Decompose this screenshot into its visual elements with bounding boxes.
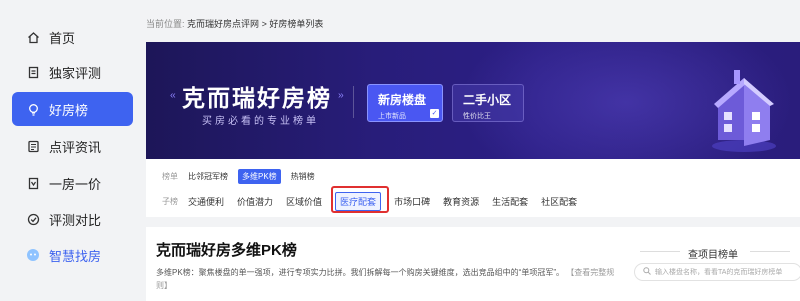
sub-option-market-reputation[interactable]: 市场口碑 [394,195,430,208]
sidebar-item-label: 评测对比 [49,212,102,228]
banner-subtitle: 买房必看的专业榜单 [202,116,319,127]
description-text: 多维PK榜：聚焦楼盘的单一强项，进行专项实力比拼。我们拆解每一个购房关键维度，选… [156,268,564,277]
home-icon [26,30,40,44]
sub-option-value-potential[interactable]: 价值潜力 [237,195,273,208]
bulb-icon [26,102,40,116]
ranking-filter-row: 榜单 比邻冠军榜 多维PK榜 热销榜 [162,169,325,184]
breadcrumb: 当前位置: 克而瑞好房点评网 > 好房榜单列表 [146,17,323,30]
new-house-card[interactable]: 新房楼盘 上市新品 ✓ [367,84,443,122]
banner-title: 克而瑞好房榜 [182,85,332,111]
sidebar-item-label: 好房榜 [49,102,89,118]
sub-option-living[interactable]: 生活配套 [492,195,528,208]
sidebar: 首页 独家评测 好房榜 点评资讯 一房一价 评测对比 智慧找房 [0,0,143,301]
project-search-input[interactable]: 输入楼盘名称，看看TA的克而瑞好房榜单 [634,263,800,281]
card-title: 新房楼盘 [378,93,427,107]
sidebar-item-news[interactable]: 点评资讯 [12,129,133,163]
breadcrumb-current: 好房榜单列表 [269,19,324,29]
filter-option-multi-pk[interactable]: 多维PK榜 [238,169,281,184]
filter-option-hot-sale[interactable]: 热销榜 [291,171,315,182]
sidebar-item-label: 智慧找房 [49,248,102,264]
sidebar-item-label: 独家评测 [49,65,102,81]
card-title: 二手小区 [463,93,512,107]
sidebar-item-home[interactable]: 首页 [12,20,133,54]
card-subtitle: 性价比王 [463,113,491,120]
sub-ranking-filter-row: 子榜 交通便利 价值潜力 区域价值 医疗配套 市场口碑 教育资源 生活配套 社区… [162,192,590,211]
sub-option-area-value[interactable]: 区域价值 [286,195,322,208]
sidebar-item-compare[interactable]: 评测对比 [12,202,133,236]
page-title: 克而瑞好房多维PK榜 [156,242,297,259]
sub-option-education[interactable]: 教育资源 [443,195,479,208]
tag-icon [26,176,40,190]
check-icon: ✓ [430,109,439,118]
compare-icon [26,212,40,226]
search-placeholder: 输入楼盘名称，看看TA的克而瑞好房榜单 [655,269,783,276]
sub-option-community[interactable]: 社区配套 [541,195,577,208]
breadcrumb-separator: > [261,19,267,29]
sub-option-transport[interactable]: 交通便利 [188,195,224,208]
banner-decoration-left: ‹‹ [170,90,176,101]
ranking-description: 多维PK榜：聚焦楼盘的单一强项，进行专项实力比拼。我们拆解每一个购房关键维度，选… [156,266,621,292]
banner-divider [353,86,354,118]
sidebar-item-label: 一房一价 [49,176,102,192]
ranking-banner: ‹‹ 克而瑞好房榜 ›› 买房必看的专业榜单 新房楼盘 上市新品 ✓ 二手小区 … [146,42,800,159]
breadcrumb-site-link[interactable]: 克而瑞好房点评网 [187,19,259,29]
sub-option-medical[interactable]: 医疗配套 [335,192,382,211]
sidebar-item-label: 点评资讯 [49,139,102,155]
sidebar-item-one-price[interactable]: 一房一价 [12,166,133,200]
sidebar-item-label: 首页 [49,30,76,46]
ranking-content: 克而瑞好房多维PK榜 多维PK榜：聚焦楼盘的单一强项，进行专项实力比拼。我们拆解… [146,227,800,301]
document-icon [26,65,40,79]
sub-ranking-filter-label: 子榜 [162,197,178,206]
news-icon [26,139,40,153]
title-divider-right [750,251,790,252]
ranking-filter-label: 榜单 [162,172,178,181]
smart-icon [26,248,40,262]
second-hand-card[interactable]: 二手小区 性价比王 [452,84,524,122]
house-illustration [712,70,776,152]
filter-option-neighbor-champion[interactable]: 比邻冠军榜 [188,171,228,182]
breadcrumb-prefix: 当前位置: [146,19,185,29]
search-icon [643,267,651,277]
search-project-panel: 查项目榜单 输入楼盘名称，看看TA的克而瑞好房榜单 [626,227,800,301]
search-panel-title: 查项目榜单 [688,250,738,261]
card-subtitle: 上市新品 [378,113,406,120]
sidebar-item-exclusive-review[interactable]: 独家评测 [12,55,133,89]
sidebar-item-good-house-ranking[interactable]: 好房榜 [12,92,133,126]
banner-decoration-right: ›› [338,90,344,101]
sidebar-item-smart-search[interactable]: 智慧找房 [12,238,133,272]
filter-panel: 榜单 比邻冠军榜 多维PK榜 热销榜 子榜 交通便利 价值潜力 区域价值 医疗配… [146,159,800,217]
